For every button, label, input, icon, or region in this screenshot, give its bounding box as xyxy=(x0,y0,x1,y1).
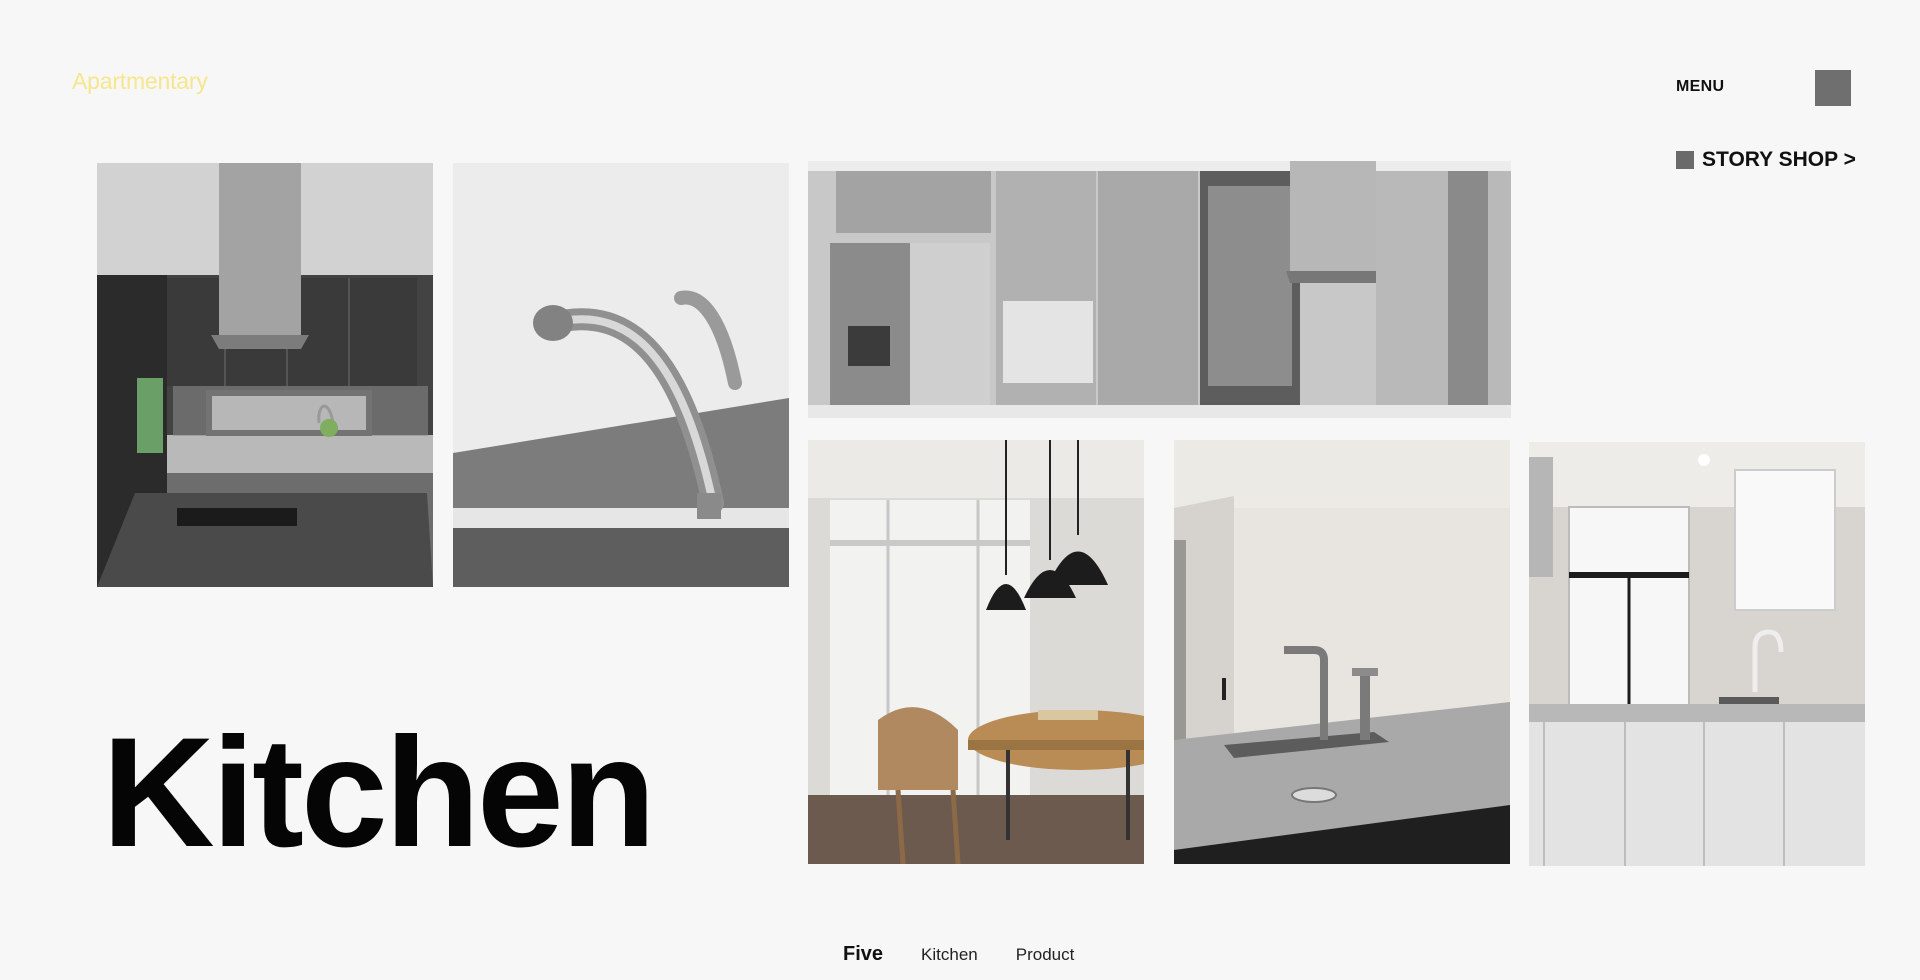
story-shop-square-icon xyxy=(1676,151,1694,169)
white-kitchen-cabinets-photo[interactable] xyxy=(1529,442,1865,866)
story-shop-label: STORY SHOP > xyxy=(1702,148,1856,171)
bottom-nav-product[interactable]: Product xyxy=(1016,945,1075,965)
story-shop-link[interactable]: STORY SHOP > xyxy=(1676,148,1856,172)
chrome-faucet-closeup-photo[interactable] xyxy=(453,163,789,587)
bottom-nav-kitchen[interactable]: Kitchen xyxy=(921,945,978,965)
brand-logo[interactable]: Apartmentary xyxy=(72,68,208,95)
bottom-nav: Five Kitchen Product xyxy=(843,943,1074,966)
menu-button[interactable]: MENU xyxy=(1676,78,1724,96)
sink-counter-photo[interactable] xyxy=(1174,440,1510,864)
dining-pendant-lights-photo[interactable] xyxy=(808,440,1144,864)
menu-toggle-square[interactable] xyxy=(1815,70,1851,106)
refrigerator-cabinet-wall-photo[interactable] xyxy=(808,161,1511,418)
page-title: Kitchen xyxy=(102,706,656,880)
bottom-nav-five[interactable]: Five xyxy=(843,943,883,966)
kitchen-island-hood-photo[interactable] xyxy=(97,163,433,587)
